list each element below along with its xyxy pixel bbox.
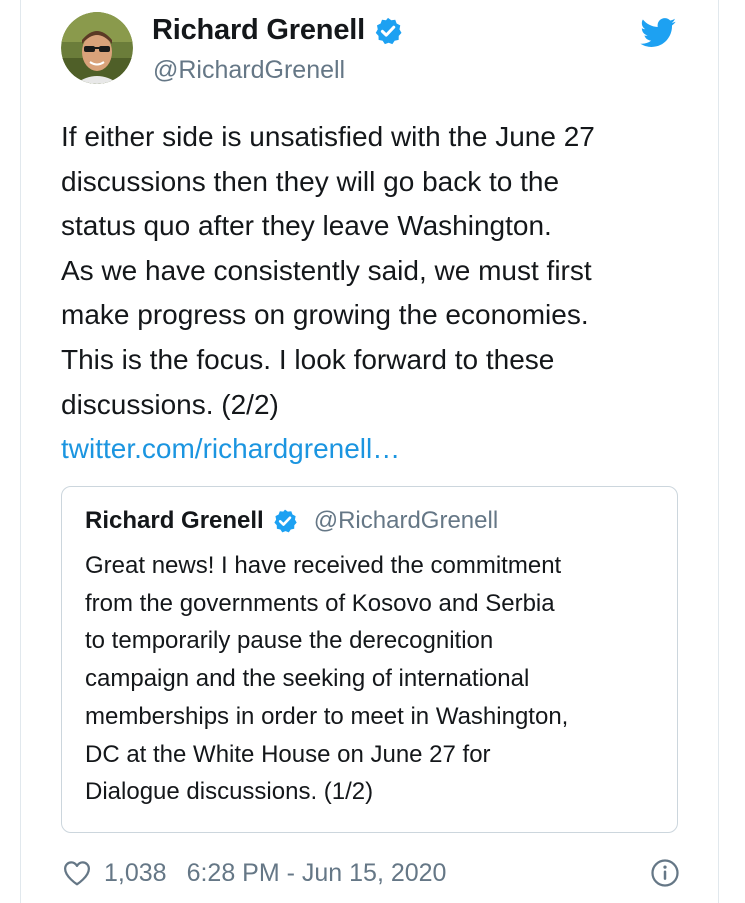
- tweet-line: make progress on growing the economies.: [61, 299, 589, 331]
- author-name-row[interactable]: Richard Grenell: [152, 14, 403, 47]
- quoted-tweet-line: to temporarily pause the derecognition: [85, 627, 494, 655]
- tweet-line: As we have consistently said, we must fi…: [61, 254, 592, 286]
- quoted-tweet-line: campaign and the seeking of internationa…: [85, 665, 530, 693]
- quoted-tweet-body: Great news! I have received the commitme…: [85, 547, 665, 811]
- avatar-photo: [61, 12, 133, 84]
- tweet-line: discussions then they will go back to th…: [61, 165, 560, 197]
- author-handle[interactable]: @RichardGrenell: [153, 56, 345, 85]
- tweet-line: This is the focus. I look forward to the…: [61, 343, 555, 375]
- quoted-tweet-line: Dialogue discussions. (1/2): [85, 778, 374, 806]
- quoted-tweet-line: memberships in order to meet in Washingt…: [85, 702, 569, 730]
- tweet-link[interactable]: twitter.com/richardgrenell…: [61, 433, 400, 464]
- avatar[interactable]: [61, 12, 133, 84]
- tweet-timestamp[interactable]: 6:28 PM - Jun 15, 2020: [187, 859, 447, 888]
- quoted-tweet-header: Richard Grenell @RichardGrenell: [85, 507, 498, 535]
- author-name[interactable]: Richard Grenell: [152, 14, 365, 47]
- tweet-footer: 1,038 6:28 PM - Jun 15, 2020: [62, 856, 682, 890]
- heart-icon[interactable]: [62, 858, 92, 888]
- quoted-tweet-line: from the governments of Kosovo and Serbi…: [85, 589, 555, 617]
- like-count[interactable]: 1,038: [104, 859, 167, 888]
- tweet-body: If either side is unsatisfied with the J…: [61, 115, 701, 472]
- quoted-author-handle: @RichardGrenell: [313, 507, 499, 534]
- quoted-tweet-line: DC at the White House on June 27 for: [85, 740, 491, 768]
- tweet-line: discussions. (2/2): [61, 388, 279, 420]
- twitter-bird-icon[interactable]: [640, 18, 677, 48]
- verified-badge-icon: [272, 508, 298, 534]
- verified-badge-icon: [373, 16, 403, 46]
- quoted-tweet-line: Great news! I have received the commitme…: [85, 552, 562, 579]
- tweet-line: status quo after they leave Washington.: [61, 210, 552, 242]
- info-icon[interactable]: [650, 858, 680, 888]
- quoted-author-name: Richard Grenell: [85, 507, 264, 534]
- quoted-tweet[interactable]: Richard Grenell @RichardGrenell Great ne…: [61, 486, 678, 833]
- tweet-line: If either side is unsatisfied with the J…: [61, 121, 595, 152]
